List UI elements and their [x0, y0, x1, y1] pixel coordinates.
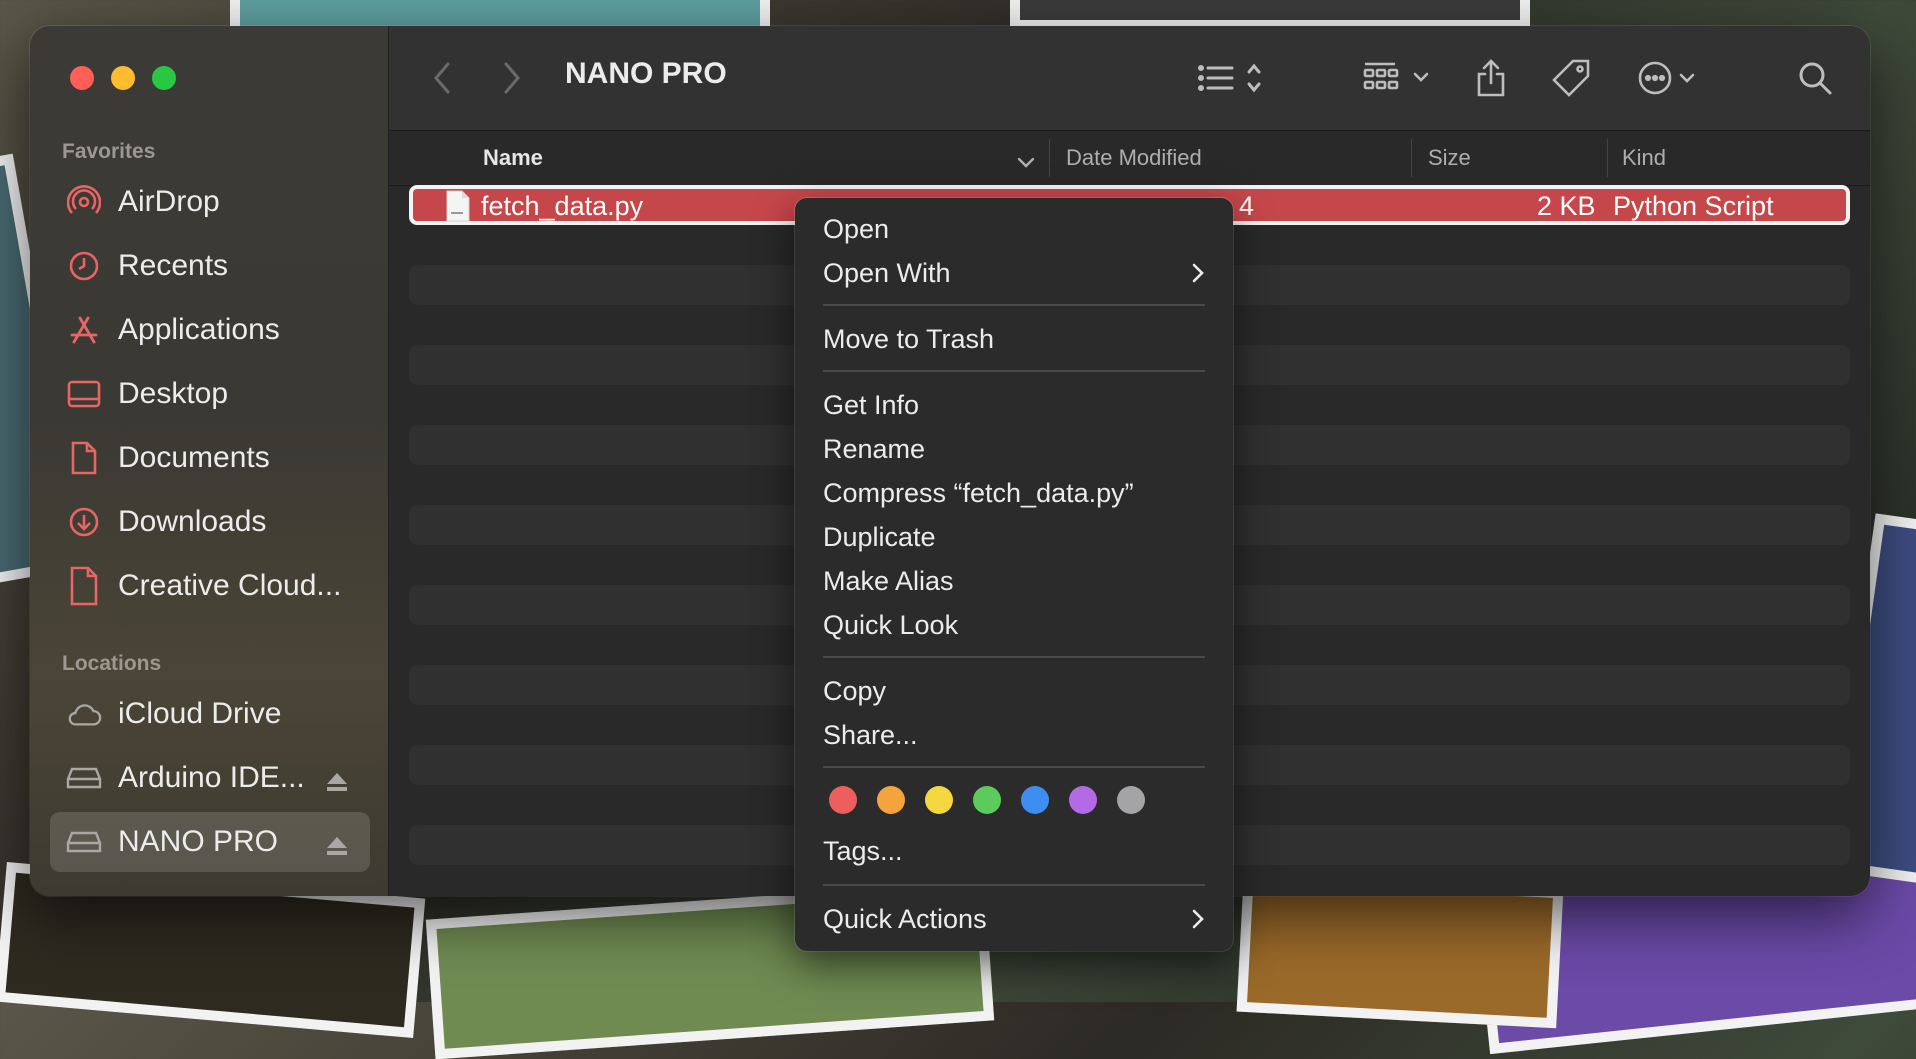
close-button[interactable]: [70, 66, 94, 90]
menu-item-label: Quick Actions: [823, 904, 987, 934]
menu-item-label: Open With: [823, 258, 951, 288]
chevron-right-icon: [1191, 254, 1205, 302]
tag-color-picker: [829, 786, 1145, 814]
menu-item-compress[interactable]: Compress “fetch_data.py”: [823, 474, 1205, 512]
menu-separator: [823, 656, 1205, 658]
sidebar-item-label: iCloud Drive: [118, 697, 282, 730]
sidebar-item-creative-cloud[interactable]: Creative Cloud...: [50, 556, 370, 616]
menu-separator: [823, 370, 1205, 372]
tag-orange-swatch[interactable]: [877, 786, 905, 814]
sidebar-item-label: NANO PRO: [118, 825, 279, 858]
sidebar-item-downloads[interactable]: Downloads: [50, 492, 370, 552]
sidebar-item-label: Creative Cloud...: [118, 569, 342, 602]
tag-icon[interactable]: [1551, 56, 1591, 100]
menu-separator: [823, 304, 1205, 306]
menu-item-move-to-trash[interactable]: Move to Trash: [823, 320, 1205, 358]
more-actions-icon[interactable]: [1637, 56, 1699, 100]
locations-heading: Locations: [62, 652, 162, 675]
file-size: 2 KB: [1537, 191, 1596, 221]
python-file-icon: [445, 190, 471, 229]
menu-item-rename[interactable]: Rename: [823, 430, 1205, 468]
download-icon: [66, 504, 102, 540]
tag-purple-swatch[interactable]: [1069, 786, 1097, 814]
list-view-icon[interactable]: [1197, 56, 1267, 100]
document-icon: [66, 440, 102, 476]
drive-icon: [66, 760, 102, 796]
search-icon[interactable]: [1797, 56, 1833, 100]
group-by-icon[interactable]: [1361, 56, 1435, 100]
menu-item-quick-actions[interactable]: Quick Actions: [823, 900, 1205, 938]
sidebar-item-documents[interactable]: Documents: [50, 428, 370, 488]
sidebar-item-label: AirDrop: [118, 185, 220, 218]
menu-item-get-info[interactable]: Get Info: [823, 386, 1205, 424]
airdrop-icon: [66, 184, 102, 220]
tag-yellow-swatch[interactable]: [925, 786, 953, 814]
applications-icon: [66, 312, 102, 348]
eject-icon[interactable]: [326, 766, 348, 800]
column-header-kind[interactable]: Kind: [1622, 145, 1666, 171]
menu-item-copy[interactable]: Copy: [823, 672, 1205, 710]
tag-red-swatch[interactable]: [829, 786, 857, 814]
sort-chevron-icon[interactable]: [1017, 149, 1035, 175]
forward-icon[interactable]: [501, 56, 523, 100]
file-kind: Python Script: [1613, 191, 1774, 221]
sidebar: Favorites AirDrop Recents Applications D…: [30, 26, 389, 896]
tag-green-swatch[interactable]: [973, 786, 1001, 814]
column-header-date-modified[interactable]: Date Modified: [1066, 145, 1202, 171]
sidebar-item-arduino-ide[interactable]: Arduino IDE...: [50, 748, 370, 808]
sidebar-item-recents[interactable]: Recents: [50, 236, 370, 296]
sidebar-item-label: Recents: [118, 249, 229, 282]
tag-gray-swatch[interactable]: [1117, 786, 1145, 814]
sidebar-item-label: Downloads: [118, 505, 267, 538]
window-title: NANO PRO: [565, 57, 727, 90]
share-icon[interactable]: [1475, 56, 1507, 100]
menu-item-quick-look[interactable]: Quick Look: [823, 606, 1205, 644]
zoom-button[interactable]: [152, 66, 176, 90]
column-headers: Name Date Modified Size Kind: [389, 131, 1870, 186]
menu-item-share[interactable]: Share...: [823, 716, 1205, 754]
minimize-button[interactable]: [111, 66, 135, 90]
desktop-icon: [66, 376, 102, 412]
menu-separator: [823, 884, 1205, 886]
menu-item-tags[interactable]: Tags...: [823, 832, 1205, 870]
sidebar-item-icloud-drive[interactable]: iCloud Drive: [50, 684, 370, 744]
sidebar-item-nano-pro[interactable]: NANO PRO: [50, 812, 370, 872]
sidebar-item-applications[interactable]: Applications: [50, 300, 370, 360]
cloud-icon: [66, 696, 102, 732]
menu-item-open[interactable]: Open: [823, 210, 1205, 248]
window-controls: [70, 66, 176, 90]
sidebar-item-label: Applications: [118, 313, 280, 346]
sidebar-item-airdrop[interactable]: AirDrop: [50, 172, 370, 232]
sidebar-item-desktop[interactable]: Desktop: [50, 364, 370, 424]
eject-icon[interactable]: [326, 830, 348, 864]
column-divider[interactable]: [1607, 139, 1608, 177]
context-menu: Open Open With Move to Trash Get Info Re…: [795, 198, 1233, 951]
favorites-heading: Favorites: [62, 140, 156, 163]
column-header-size[interactable]: Size: [1428, 145, 1471, 171]
sidebar-item-label: Desktop: [118, 377, 229, 410]
file-icon: [66, 566, 102, 606]
menu-item-make-alias[interactable]: Make Alias: [823, 562, 1205, 600]
menu-item-open-with[interactable]: Open With: [823, 254, 1205, 292]
toolbar: NANO PRO: [389, 26, 1870, 131]
column-header-name[interactable]: Name: [483, 145, 543, 171]
clock-icon: [66, 248, 102, 284]
chevron-right-icon: [1191, 900, 1205, 948]
file-date-modified: 4: [1239, 191, 1255, 221]
back-icon[interactable]: [431, 56, 453, 100]
tag-blue-swatch[interactable]: [1021, 786, 1049, 814]
column-divider[interactable]: [1049, 139, 1050, 177]
column-divider[interactable]: [1411, 139, 1412, 177]
file-name: fetch_data.py: [481, 191, 644, 221]
drive-icon: [66, 824, 102, 860]
sidebar-item-label: Documents: [118, 441, 270, 474]
menu-item-duplicate[interactable]: Duplicate: [823, 518, 1205, 556]
sidebar-item-label: Arduino IDE...: [118, 761, 305, 794]
menu-separator: [823, 766, 1205, 768]
